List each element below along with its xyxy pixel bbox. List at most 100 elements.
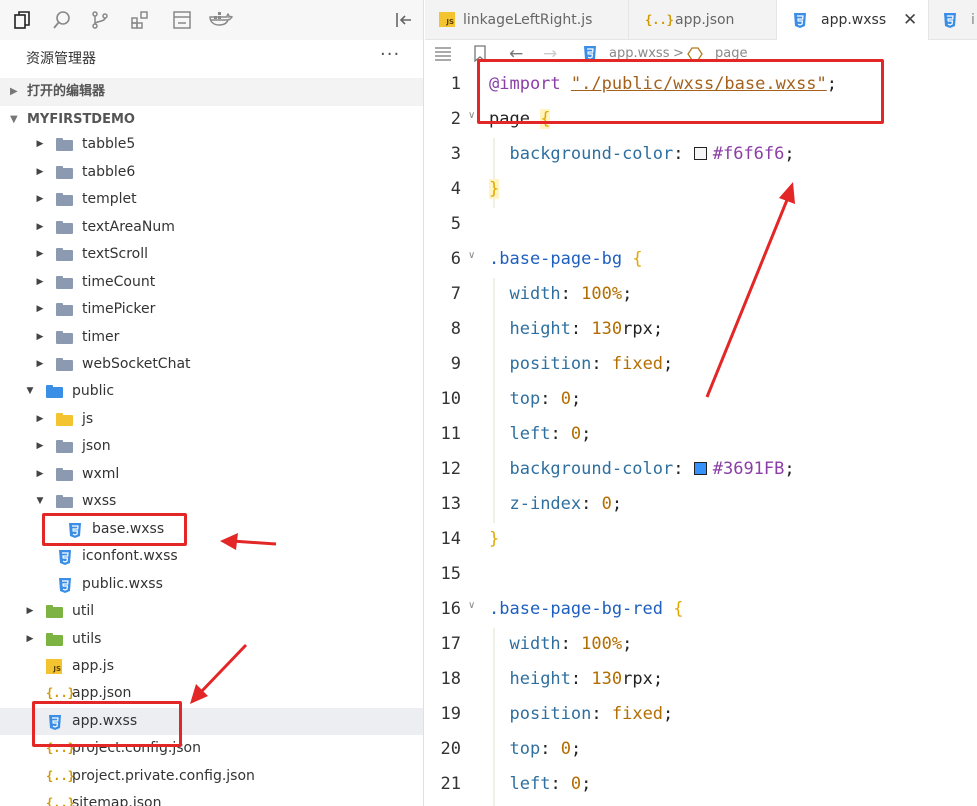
source-control-icon[interactable] [90, 10, 110, 30]
tree-item-label: public.wxss [82, 575, 163, 592]
folder-icon [56, 138, 73, 152]
chevron-right-icon[interactable]: ▶ [34, 269, 46, 296]
tree-item-websocketchat[interactable]: ▶ webSocketChat [0, 351, 423, 378]
chevron-down-icon[interactable]: ▼ [34, 488, 46, 515]
docker-icon[interactable] [208, 10, 234, 30]
open-editors-section[interactable]: ▶ 打开的编辑器 [0, 78, 423, 106]
collapse-panel-icon[interactable] [394, 10, 414, 30]
files-icon[interactable] [12, 10, 32, 30]
more-actions-button[interactable]: ··· [380, 44, 400, 65]
code-token: ; [622, 634, 633, 654]
code-line: width: 100%; [489, 277, 632, 312]
tree-item-tabble6[interactable]: ▶ tabble6 [0, 159, 423, 186]
code-line: position: fixed; [489, 347, 673, 382]
code-line: left: 0; [489, 417, 591, 452]
tree-item-label: templet [82, 191, 137, 208]
tab-overflow[interactable]: i [929, 0, 977, 40]
chevron-right-icon[interactable]: ▶ [34, 214, 46, 241]
tree-item-js[interactable]: ▶ js [0, 406, 423, 433]
explorer-title: 资源管理器 [26, 51, 96, 67]
tree-item-wxss[interactable]: ▼ wxss [0, 488, 423, 515]
folder-icon [56, 248, 73, 262]
folder-open-icon [56, 495, 73, 509]
color-swatch[interactable] [693, 462, 707, 475]
line-number: 10 [440, 389, 461, 409]
tree-item-textareanum[interactable]: ▶ textAreaNum [0, 214, 423, 241]
code-token: : [540, 389, 561, 409]
code-token: rpx; [622, 669, 664, 689]
chevron-right-icon[interactable]: ▶ [34, 433, 46, 460]
tree-item-json[interactable]: ▶ json [0, 433, 423, 460]
editor-tabs: JS linkageLeftRight.js {..} app.json app… [425, 0, 977, 40]
chevron-right-icon[interactable]: ▶ [34, 324, 46, 351]
folder-icon [46, 605, 63, 619]
fold-chevron-icon[interactable]: ∨ [468, 238, 475, 273]
tree-item-public[interactable]: ▼ public [0, 378, 423, 405]
tree-item-timepicker[interactable]: ▶ timePicker [0, 296, 423, 323]
css-file-icon [59, 550, 71, 566]
tree-item-label: project.private.config.json [72, 767, 255, 784]
search-icon[interactable] [52, 10, 72, 30]
extensions-icon[interactable] [130, 10, 150, 30]
tree-item-textscroll[interactable]: ▶ textScroll [0, 241, 423, 268]
layout-icon[interactable] [172, 10, 192, 30]
folder-icon [56, 220, 73, 234]
code-line: left: 0; [489, 767, 591, 802]
tree-item-wxml[interactable]: ▶ wxml [0, 461, 423, 488]
tree-item-util[interactable]: ▶ util [0, 598, 423, 625]
tab-app-json[interactable]: {..} app.json [629, 0, 777, 40]
tree-item-timecount[interactable]: ▶ timeCount [0, 269, 423, 296]
tab-linkage-left-right-js[interactable]: JS linkageLeftRight.js [425, 0, 629, 40]
chevron-down-icon[interactable]: ▼ [24, 378, 36, 405]
chevron-down-icon: ▼ [10, 114, 18, 125]
fold-chevron-icon[interactable]: ∨ [468, 588, 475, 623]
list-icon[interactable] [435, 47, 451, 61]
chevron-right-icon[interactable]: ▶ [34, 131, 46, 158]
code-token: fixed [611, 354, 664, 374]
tree-item-tabble5[interactable]: ▶ tabble5 [0, 131, 423, 158]
css-file-icon [944, 13, 956, 28]
tree-item-sitemap-json[interactable]: {..} sitemap.json [0, 790, 423, 806]
js-file-icon: JS [439, 12, 455, 27]
chevron-right-icon[interactable]: ▶ [34, 461, 46, 488]
tree-item-iconfont-wxss[interactable]: iconfont.wxss [0, 543, 423, 570]
line-number: 1 [450, 74, 461, 94]
tree-item-label: tabble5 [82, 136, 136, 153]
code-token: { [632, 249, 643, 269]
code-token: background-color [509, 144, 674, 164]
chevron-right-icon[interactable]: ▶ [34, 159, 46, 186]
tree-item-public-wxss[interactable]: public.wxss [0, 571, 423, 598]
code-token: .base-page-bg [489, 249, 623, 269]
fold-chevron-icon[interactable]: ∨ [468, 98, 475, 133]
js-file-icon: JS [46, 658, 62, 674]
code-token: : [591, 354, 612, 374]
chevron-right-icon[interactable]: ▶ [34, 406, 46, 433]
code-token: ; [570, 389, 582, 409]
close-icon[interactable]: ✕ [903, 0, 917, 40]
tree-item-app-js[interactable]: JS app.js [0, 653, 423, 680]
project-section[interactable]: ▼ MYFIRSTDEMO [0, 106, 423, 134]
chevron-right-icon[interactable]: ▶ [24, 598, 36, 625]
chevron-right-icon[interactable]: ▶ [34, 241, 46, 268]
chevron-right-icon[interactable]: ▶ [34, 351, 46, 378]
code-token: 130 [591, 669, 623, 689]
color-swatch[interactable] [693, 147, 707, 160]
tree-item-project-private-config-json[interactable]: {..} project.private.config.json [0, 763, 423, 790]
tree-item-templet[interactable]: ▶ templet [0, 186, 423, 213]
line-number: 6 [450, 249, 461, 269]
tree-item-label: timer [82, 328, 120, 345]
chevron-right-icon[interactable]: ▶ [34, 296, 46, 323]
line-number: 2 [450, 109, 461, 129]
tree-item-timer[interactable]: ▶ timer [0, 324, 423, 351]
highlight-box-base-wxss [42, 513, 187, 546]
chevron-right-icon[interactable]: ▶ [34, 186, 46, 213]
chevron-right-icon[interactable]: ▶ [24, 626, 36, 653]
code-token: width [509, 634, 561, 654]
line-number: 17 [440, 634, 461, 654]
line-number: 20 [440, 739, 461, 759]
tree-item-utils[interactable]: ▶ utils [0, 626, 423, 653]
tab-app-wxss[interactable]: app.wxss ✕ [777, 0, 929, 40]
